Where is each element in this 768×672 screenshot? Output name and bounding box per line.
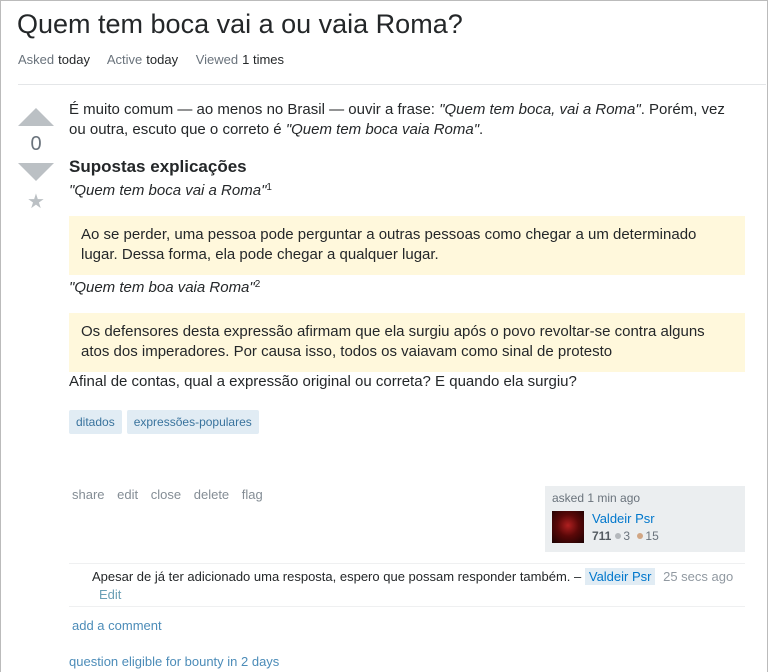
explanation2-label-text: "Quem tem boa vaia Roma" [69, 279, 255, 296]
owner-card: asked 1 min ago Valdeir Psr 711 3 15 [545, 486, 745, 552]
question-title[interactable]: Quem tem boca vai a ou vaia Roma? [17, 9, 463, 40]
final-question: Afinal de contas, qual a expressão origi… [69, 373, 577, 390]
upvote-arrow-icon[interactable] [18, 108, 54, 126]
comment-text: Apesar de já ter adicionado uma resposta… [92, 569, 582, 584]
add-comment-link[interactable]: add a comment [72, 618, 162, 633]
favorite-star-icon[interactable]: ★ [16, 191, 56, 213]
question-body: É muito comum — ao menos no Brasil — ouv… [69, 100, 745, 434]
post-menu: share edit close delete flag [72, 487, 272, 502]
question-meta: Asked today Active today Viewed 1 times [18, 52, 298, 67]
intro-paragraph: É muito comum — ao menos no Brasil — ouv… [69, 100, 745, 140]
owner-reputation: 711 3 15 [592, 529, 659, 543]
footnote-1: 1 [266, 182, 272, 193]
footnote-2: 2 [254, 279, 261, 290]
comment-user[interactable]: Valdeir Psr [584, 568, 656, 585]
downvote-arrow-icon[interactable] [18, 163, 54, 181]
tag-ditados[interactable]: ditados [69, 410, 122, 434]
tag-expressoes-populares[interactable]: expressões-populares [126, 410, 259, 434]
explanation1-label: "Quem tem boca vai a Roma"1 [69, 178, 745, 201]
explanation1-blockquote: Ao se perder, uma pessoa pode perguntar … [69, 216, 745, 275]
close-link[interactable]: close [151, 487, 181, 502]
comment-time[interactable]: 25 secs ago [663, 569, 733, 584]
explanation2-label: "Quem tem boa vaia Roma"2 [69, 275, 745, 298]
vote-count: 0 [30, 133, 42, 155]
meta-active-value[interactable]: today [146, 52, 178, 67]
avatar[interactable] [552, 511, 584, 543]
silver-badge-icon [615, 533, 622, 539]
comment-edit-link[interactable]: Edit [99, 586, 121, 603]
explanations-heading: Supostas explicações [69, 157, 247, 176]
intro-text-1: É muito comum — ao menos no Brasil — ouv… [69, 101, 440, 118]
comments-divider-top [69, 563, 745, 564]
reputation-score: 711 [592, 529, 612, 543]
comment: Apesar de já ter adicionado uma resposta… [92, 568, 742, 603]
bronze-badge-icon [637, 533, 644, 539]
bronze-badge-count: 15 [645, 529, 659, 543]
meta-asked-key: Asked [18, 52, 55, 67]
title-divider [18, 84, 766, 85]
intro-quote-1: "Quem tem boca, vai a Roma" [439, 101, 641, 118]
silver-badge-count: 3 [623, 529, 631, 543]
vote-cell: 0 ★ [16, 108, 56, 213]
meta-viewed-key: Viewed [195, 52, 239, 67]
explanation2-blockquote: Os defensores desta expressão afirmam qu… [69, 313, 745, 372]
intro-quote-2: "Quem tem boca vaia Roma" [285, 121, 480, 138]
flag-link[interactable]: flag [242, 487, 263, 502]
meta-asked-value: today [58, 52, 90, 67]
meta-active-key: Active [106, 52, 143, 67]
tag-list: ditados expressões-populares [69, 410, 745, 434]
delete-link[interactable]: delete [194, 487, 229, 502]
edit-link[interactable]: edit [117, 487, 138, 502]
intro-text-3: . [479, 121, 484, 138]
meta-viewed-value: 1 times [242, 52, 285, 67]
comments-divider-bottom [69, 606, 745, 607]
asked-time: asked 1 min ago [552, 491, 641, 505]
bounty-notice-link[interactable]: question eligible for bounty in 2 days [69, 654, 279, 669]
share-link[interactable]: share [72, 487, 105, 502]
explanation1-label-text: "Quem tem boca vai a Roma" [69, 182, 267, 199]
owner-name[interactable]: Valdeir Psr [592, 511, 655, 526]
